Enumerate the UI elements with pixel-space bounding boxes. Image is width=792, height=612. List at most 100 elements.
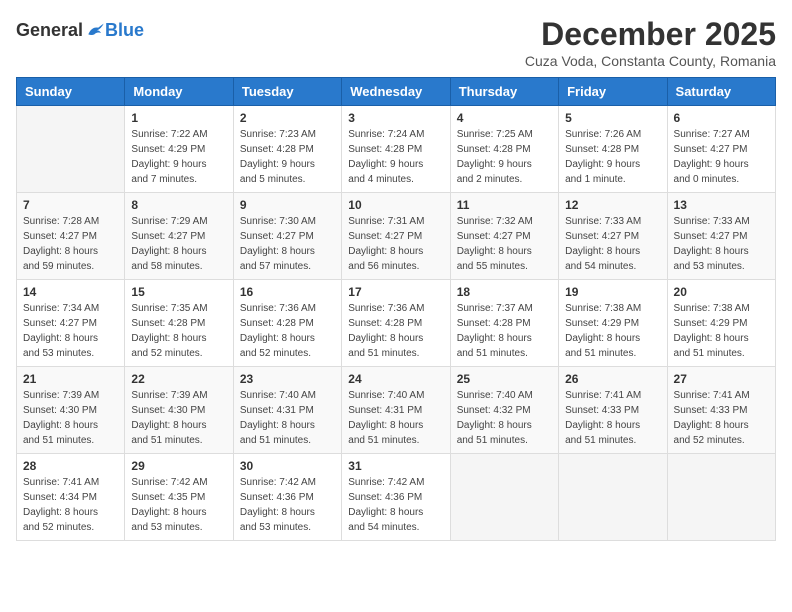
day-info: Sunrise: 7:35 AM Sunset: 4:28 PM Dayligh… [131,301,226,361]
day-number: 24 [348,372,443,386]
logo-general-text: General [16,20,83,41]
day-info: Sunrise: 7:42 AM Sunset: 4:36 PM Dayligh… [240,475,335,535]
calendar-header-monday: Monday [125,78,233,106]
day-info: Sunrise: 7:40 AM Sunset: 4:31 PM Dayligh… [348,388,443,448]
day-info: Sunrise: 7:39 AM Sunset: 4:30 PM Dayligh… [131,388,226,448]
logo-bird-icon [85,21,105,41]
day-number: 1 [131,111,226,125]
calendar-week-3: 14Sunrise: 7:34 AM Sunset: 4:27 PM Dayli… [17,280,776,367]
calendar-cell: 21Sunrise: 7:39 AM Sunset: 4:30 PM Dayli… [17,367,125,454]
day-info: Sunrise: 7:38 AM Sunset: 4:29 PM Dayligh… [565,301,660,361]
logo-blue-text: Blue [105,20,144,41]
page-header: General Blue December 2025 Cuza Voda, Co… [16,16,776,69]
calendar-cell: 4 Sunrise: 7:25 AM Sunset: 4:28 PM Daylig… [450,106,558,193]
day-number: 9 [240,198,335,212]
day-info: Sunrise: 7:33 AM Sunset: 4:27 PM Dayligh… [674,214,769,274]
calendar-cell: 22 Sunrise: 7:39 AM Sunset: 4:30 PM Dayli… [125,367,233,454]
calendar-cell: 19 Sunrise: 7:38 AM Sunset: 4:29 PM Dayli… [559,280,667,367]
day-info: Sunrise: 7:32 AM Sunset: 4:27 PM Dayligh… [457,214,552,274]
calendar-header-row: SundayMondayTuesdayWednesdayThursdayFrid… [17,78,776,106]
day-number: 30 [240,459,335,473]
calendar-cell: 30 Sunrise: 7:42 AM Sunset: 4:36 PM Dayli… [233,454,341,541]
day-info: Sunrise: 7:30 AM Sunset: 4:27 PM Dayligh… [240,214,335,274]
calendar-cell: 11 Sunrise: 7:32 AM Sunset: 4:27 PM Dayli… [450,193,558,280]
day-info: Sunrise: 7:24 AM Sunset: 4:28 PM Dayligh… [348,127,443,187]
calendar-week-2: 7Sunrise: 7:28 AM Sunset: 4:27 PM Daylig… [17,193,776,280]
day-number: 19 [565,285,660,299]
calendar-header-saturday: Saturday [667,78,775,106]
day-number: 23 [240,372,335,386]
day-info: Sunrise: 7:42 AM Sunset: 4:35 PM Dayligh… [131,475,226,535]
calendar-cell: 24 Sunrise: 7:40 AM Sunset: 4:31 PM Dayli… [342,367,450,454]
day-info: Sunrise: 7:37 AM Sunset: 4:28 PM Dayligh… [457,301,552,361]
day-number: 12 [565,198,660,212]
day-info: Sunrise: 7:33 AM Sunset: 4:27 PM Dayligh… [565,214,660,274]
calendar-cell: 20 Sunrise: 7:38 AM Sunset: 4:29 PM Dayli… [667,280,775,367]
title-block: December 2025 Cuza Voda, Constanta Count… [525,16,776,69]
day-info: Sunrise: 7:41 AM Sunset: 4:34 PM Dayligh… [23,475,118,535]
day-info: Sunrise: 7:27 AM Sunset: 4:27 PM Dayligh… [674,127,769,187]
day-number: 20 [674,285,769,299]
calendar-body: 1 Sunrise: 7:22 AM Sunset: 4:29 PM Daylig… [17,106,776,541]
day-info: Sunrise: 7:23 AM Sunset: 4:28 PM Dayligh… [240,127,335,187]
location-subtitle: Cuza Voda, Constanta County, Romania [525,53,776,69]
calendar-cell: 3Sunrise: 7:24 AM Sunset: 4:28 PM Daylig… [342,106,450,193]
calendar-cell: 17Sunrise: 7:36 AM Sunset: 4:28 PM Dayli… [342,280,450,367]
day-number: 15 [131,285,226,299]
day-number: 22 [131,372,226,386]
calendar-header-thursday: Thursday [450,78,558,106]
day-info: Sunrise: 7:40 AM Sunset: 4:31 PM Dayligh… [240,388,335,448]
day-number: 4 [457,111,552,125]
day-info: Sunrise: 7:39 AM Sunset: 4:30 PM Dayligh… [23,388,118,448]
calendar-cell: 26Sunrise: 7:41 AM Sunset: 4:33 PM Dayli… [559,367,667,454]
logo: General Blue [16,20,144,41]
day-number: 11 [457,198,552,212]
calendar-week-5: 28 Sunrise: 7:41 AM Sunset: 4:34 PM Dayli… [17,454,776,541]
calendar-cell: 2 Sunrise: 7:23 AM Sunset: 4:28 PM Daylig… [233,106,341,193]
calendar-cell: 12 Sunrise: 7:33 AM Sunset: 4:27 PM Dayli… [559,193,667,280]
day-number: 18 [457,285,552,299]
day-info: Sunrise: 7:38 AM Sunset: 4:29 PM Dayligh… [674,301,769,361]
calendar-header-friday: Friday [559,78,667,106]
day-number: 2 [240,111,335,125]
calendar-header-wednesday: Wednesday [342,78,450,106]
day-number: 10 [348,198,443,212]
calendar-cell: 1 Sunrise: 7:22 AM Sunset: 4:29 PM Daylig… [125,106,233,193]
calendar-cell: 5 Sunrise: 7:26 AM Sunset: 4:28 PM Daylig… [559,106,667,193]
day-info: Sunrise: 7:42 AM Sunset: 4:36 PM Dayligh… [348,475,443,535]
calendar-cell: 28 Sunrise: 7:41 AM Sunset: 4:34 PM Dayli… [17,454,125,541]
calendar-header-sunday: Sunday [17,78,125,106]
calendar-cell: 8 Sunrise: 7:29 AM Sunset: 4:27 PM Daylig… [125,193,233,280]
day-info: Sunrise: 7:31 AM Sunset: 4:27 PM Dayligh… [348,214,443,274]
day-info: Sunrise: 7:25 AM Sunset: 4:28 PM Dayligh… [457,127,552,187]
day-number: 14 [23,285,118,299]
calendar-week-4: 21Sunrise: 7:39 AM Sunset: 4:30 PM Dayli… [17,367,776,454]
calendar-week-1: 1 Sunrise: 7:22 AM Sunset: 4:29 PM Daylig… [17,106,776,193]
calendar-cell [17,106,125,193]
calendar-table: SundayMondayTuesdayWednesdayThursdayFrid… [16,77,776,541]
day-number: 7 [23,198,118,212]
calendar-cell: 14Sunrise: 7:34 AM Sunset: 4:27 PM Dayli… [17,280,125,367]
day-info: Sunrise: 7:41 AM Sunset: 4:33 PM Dayligh… [674,388,769,448]
day-number: 8 [131,198,226,212]
calendar-cell [667,454,775,541]
calendar-cell: 31 Sunrise: 7:42 AM Sunset: 4:36 PM Dayli… [342,454,450,541]
calendar-header-tuesday: Tuesday [233,78,341,106]
day-number: 28 [23,459,118,473]
calendar-cell: 16Sunrise: 7:36 AM Sunset: 4:28 PM Dayli… [233,280,341,367]
calendar-cell: 18 Sunrise: 7:37 AM Sunset: 4:28 PM Dayli… [450,280,558,367]
day-number: 5 [565,111,660,125]
calendar-cell: 6Sunrise: 7:27 AM Sunset: 4:27 PM Daylig… [667,106,775,193]
calendar-cell: 7Sunrise: 7:28 AM Sunset: 4:27 PM Daylig… [17,193,125,280]
day-number: 27 [674,372,769,386]
day-info: Sunrise: 7:22 AM Sunset: 4:29 PM Dayligh… [131,127,226,187]
day-number: 17 [348,285,443,299]
day-info: Sunrise: 7:40 AM Sunset: 4:32 PM Dayligh… [457,388,552,448]
calendar-cell: 9 Sunrise: 7:30 AM Sunset: 4:27 PM Daylig… [233,193,341,280]
day-number: 25 [457,372,552,386]
day-number: 31 [348,459,443,473]
day-info: Sunrise: 7:26 AM Sunset: 4:28 PM Dayligh… [565,127,660,187]
calendar-cell: 25 Sunrise: 7:40 AM Sunset: 4:32 PM Dayli… [450,367,558,454]
day-info: Sunrise: 7:29 AM Sunset: 4:27 PM Dayligh… [131,214,226,274]
calendar-cell: 10 Sunrise: 7:31 AM Sunset: 4:27 PM Dayli… [342,193,450,280]
